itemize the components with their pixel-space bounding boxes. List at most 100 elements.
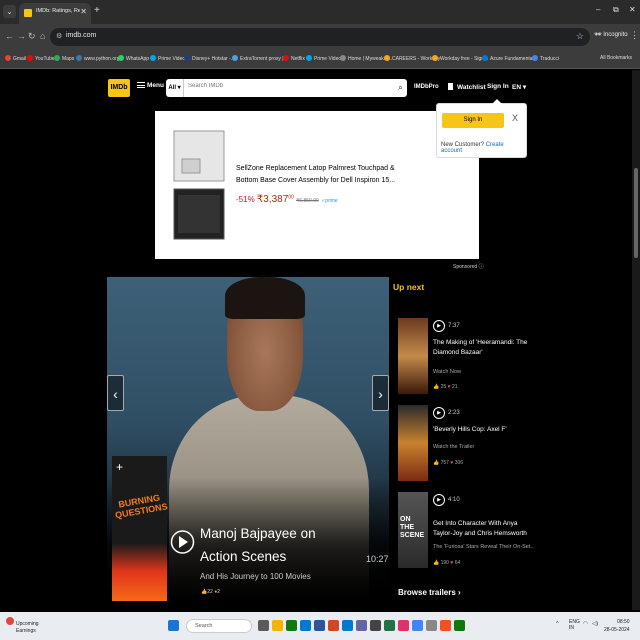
bookmark-item[interactable]: www.python.org	[76, 55, 120, 62]
app-icon[interactable]	[440, 620, 451, 631]
imdb-logo[interactable]: IMDb	[108, 79, 130, 97]
bookmark-item[interactable]: YouTube	[27, 55, 55, 62]
tab-title: IMDb: Ratings, Reviews, and Wh	[36, 8, 80, 14]
bookmark-item[interactable]: Netflix	[283, 55, 305, 62]
bookmark-item[interactable]: Prime Video	[306, 55, 341, 62]
up-next-title[interactable]: 'Beverly Hills Cop: Axel F'	[433, 425, 528, 435]
hero-poster[interactable]: + BURNING QUESTIONS	[112, 456, 169, 601]
store-icon[interactable]	[286, 620, 297, 631]
home-icon[interactable]: ⌂	[40, 31, 45, 41]
imdb-favicon-icon	[24, 9, 32, 17]
wifi-icon[interactable]: ◠	[583, 621, 588, 627]
up-next-duration: 2:23	[448, 410, 460, 416]
bookmark-item[interactable]: ExtraTorrent proxy |...	[232, 55, 288, 62]
language-indicator[interactable]: ENG IN	[569, 619, 580, 631]
search-icon[interactable]: ⌕	[398, 82, 403, 93]
menu-button[interactable]: Menu	[137, 82, 164, 89]
volume-icon[interactable]: ◁)	[592, 621, 598, 627]
new-tab-icon[interactable]: +	[94, 5, 100, 16]
bookmark-item[interactable]: Azure Fundamental...	[482, 55, 538, 62]
scrollbar-thumb[interactable]	[634, 168, 638, 258]
sponsored-ad[interactable]: SellZone Replacement Latop Palmrest Touc…	[155, 111, 479, 259]
tab-close-icon[interactable]: ✕	[80, 7, 87, 16]
carousel-next-button[interactable]: ›	[372, 375, 389, 411]
sponsored-label[interactable]: Sponsored ⓘ	[453, 263, 484, 270]
teams-icon[interactable]	[356, 620, 367, 631]
signin-link[interactable]: Sign In	[487, 83, 509, 90]
terminal-icon[interactable]	[370, 620, 381, 631]
up-next-play-icon[interactable]: ▶	[433, 320, 445, 332]
search-category-select[interactable]: All ▾	[166, 79, 184, 97]
system-clock[interactable]: 08:50 28-05-2024	[604, 618, 630, 634]
add-watchlist-icon[interactable]: +	[116, 460, 123, 474]
excel-icon[interactable]	[384, 620, 395, 631]
up-next-play-icon[interactable]: ▶	[433, 494, 445, 506]
poster-title: BURNING QUESTIONS	[114, 492, 169, 521]
tab-search-button[interactable]: ⌄	[3, 5, 16, 18]
browser-tab[interactable]: IMDb: Ratings, Reviews, and Wh ✕	[19, 3, 91, 24]
bookmark-item[interactable]: Disney+ Hotstar -...	[184, 55, 235, 62]
up-next-title[interactable]: The Making of 'Heeramandi: The Diamond B…	[433, 338, 528, 358]
word-icon[interactable]	[314, 620, 325, 631]
app-icon[interactable]	[398, 620, 409, 631]
browser-menu-icon[interactable]: ⋮	[630, 30, 639, 41]
incognito-indicator[interactable]: 🕶 Incognito	[594, 31, 628, 38]
language-select[interactable]: EN ▾	[512, 83, 526, 91]
imdbpro-link[interactable]: IMDbPro	[414, 84, 439, 90]
bookmark-item[interactable]: Maps	[54, 55, 74, 62]
up-next-title[interactable]: Get Into Character With Anya Taylor-Joy …	[433, 519, 528, 539]
maximize-icon[interactable]: ⧉	[613, 5, 619, 15]
all-bookmarks[interactable]: All Bookmarks	[600, 55, 632, 61]
up-next-duration: 4:10	[448, 497, 460, 503]
bookmark-item[interactable]: Traducci	[532, 55, 559, 62]
site-info-icon[interactable]: ⚙	[56, 32, 62, 40]
popup-close-icon[interactable]: X	[512, 113, 518, 123]
file-explorer-icon[interactable]	[272, 620, 283, 631]
windows-start-icon[interactable]	[168, 620, 179, 631]
hero-reactions: 2	[217, 589, 220, 595]
reload-icon[interactable]: ↻	[28, 31, 36, 42]
play-icon[interactable]	[170, 522, 195, 562]
task-view-icon[interactable]	[258, 620, 269, 631]
app-icon[interactable]	[454, 620, 465, 631]
up-next-thumbnail[interactable]	[398, 405, 428, 481]
taskbar-search[interactable]: Search	[186, 619, 252, 633]
up-next-thumbnail[interactable]	[398, 318, 428, 394]
up-next-stats: 👍 25 ♥ 21	[433, 384, 458, 390]
up-next-thumbnail[interactable]: ON THE SCENE	[398, 492, 428, 568]
bookmark-star-icon[interactable]: ☆	[576, 31, 584, 42]
up-next-item[interactable]: ON THE SCENE ▶ 4:10 Get Into Character Wit…	[398, 492, 538, 572]
forward-icon[interactable]: →	[17, 31, 26, 41]
watchlist-button[interactable]: Watchlist	[448, 83, 486, 91]
up-next-item[interactable]: ▶ 2:23 'Beverly Hills Cop: Axel F' Watch…	[398, 405, 538, 485]
bookmark-item[interactable]: Workday free - Sign...	[432, 55, 488, 62]
page-scrollbar[interactable]	[632, 70, 640, 610]
hero-likes: 22	[207, 589, 213, 595]
weather-widget[interactable]: Upcoming Earnings	[6, 617, 39, 635]
close-window-icon[interactable]: ✕	[629, 5, 636, 14]
back-icon[interactable]: ←	[5, 31, 14, 41]
minimize-icon[interactable]: –	[596, 5, 600, 14]
powerpoint-icon[interactable]	[328, 620, 339, 631]
ad-price-fraction: 00	[288, 194, 294, 201]
search-input[interactable]	[188, 83, 388, 89]
bookmark-item[interactable]: Prime Video	[150, 55, 185, 62]
up-next-subtitle: Watch the Trailer	[433, 444, 475, 450]
up-next-item[interactable]: ▶ 7:37 The Making of 'Heeramandi: The Di…	[398, 318, 538, 398]
up-next-play-icon[interactable]: ▶	[433, 407, 445, 419]
browse-trailers-link[interactable]: Browse trailers ›	[398, 588, 461, 597]
vscode-icon[interactable]	[342, 620, 353, 631]
edge-icon[interactable]	[300, 620, 311, 631]
chrome-icon[interactable]	[412, 620, 423, 631]
address-bar-row: ← → ↻ ⌂ ⚙ imdb.com ☆ 🕶 Incognito ⋮	[0, 24, 640, 50]
bookmark-item[interactable]: WhatsApp	[118, 55, 149, 62]
ad-title[interactable]: SellZone Replacement Latop Palmrest Touc…	[236, 163, 406, 187]
popup-signin-button[interactable]: Sign In	[442, 113, 504, 128]
hero-title[interactable]: Manoj Bajpayee on Action Scenes	[200, 522, 340, 568]
tray-chevron-icon[interactable]: ^	[556, 621, 559, 627]
bookmark-item[interactable]: Gmail	[5, 55, 26, 62]
url-text[interactable]: imdb.com	[66, 32, 96, 39]
omnibox[interactable]: ⚙ imdb.com ☆	[50, 28, 590, 46]
app-icon[interactable]	[426, 620, 437, 631]
carousel-prev-button[interactable]: ‹	[107, 375, 124, 411]
